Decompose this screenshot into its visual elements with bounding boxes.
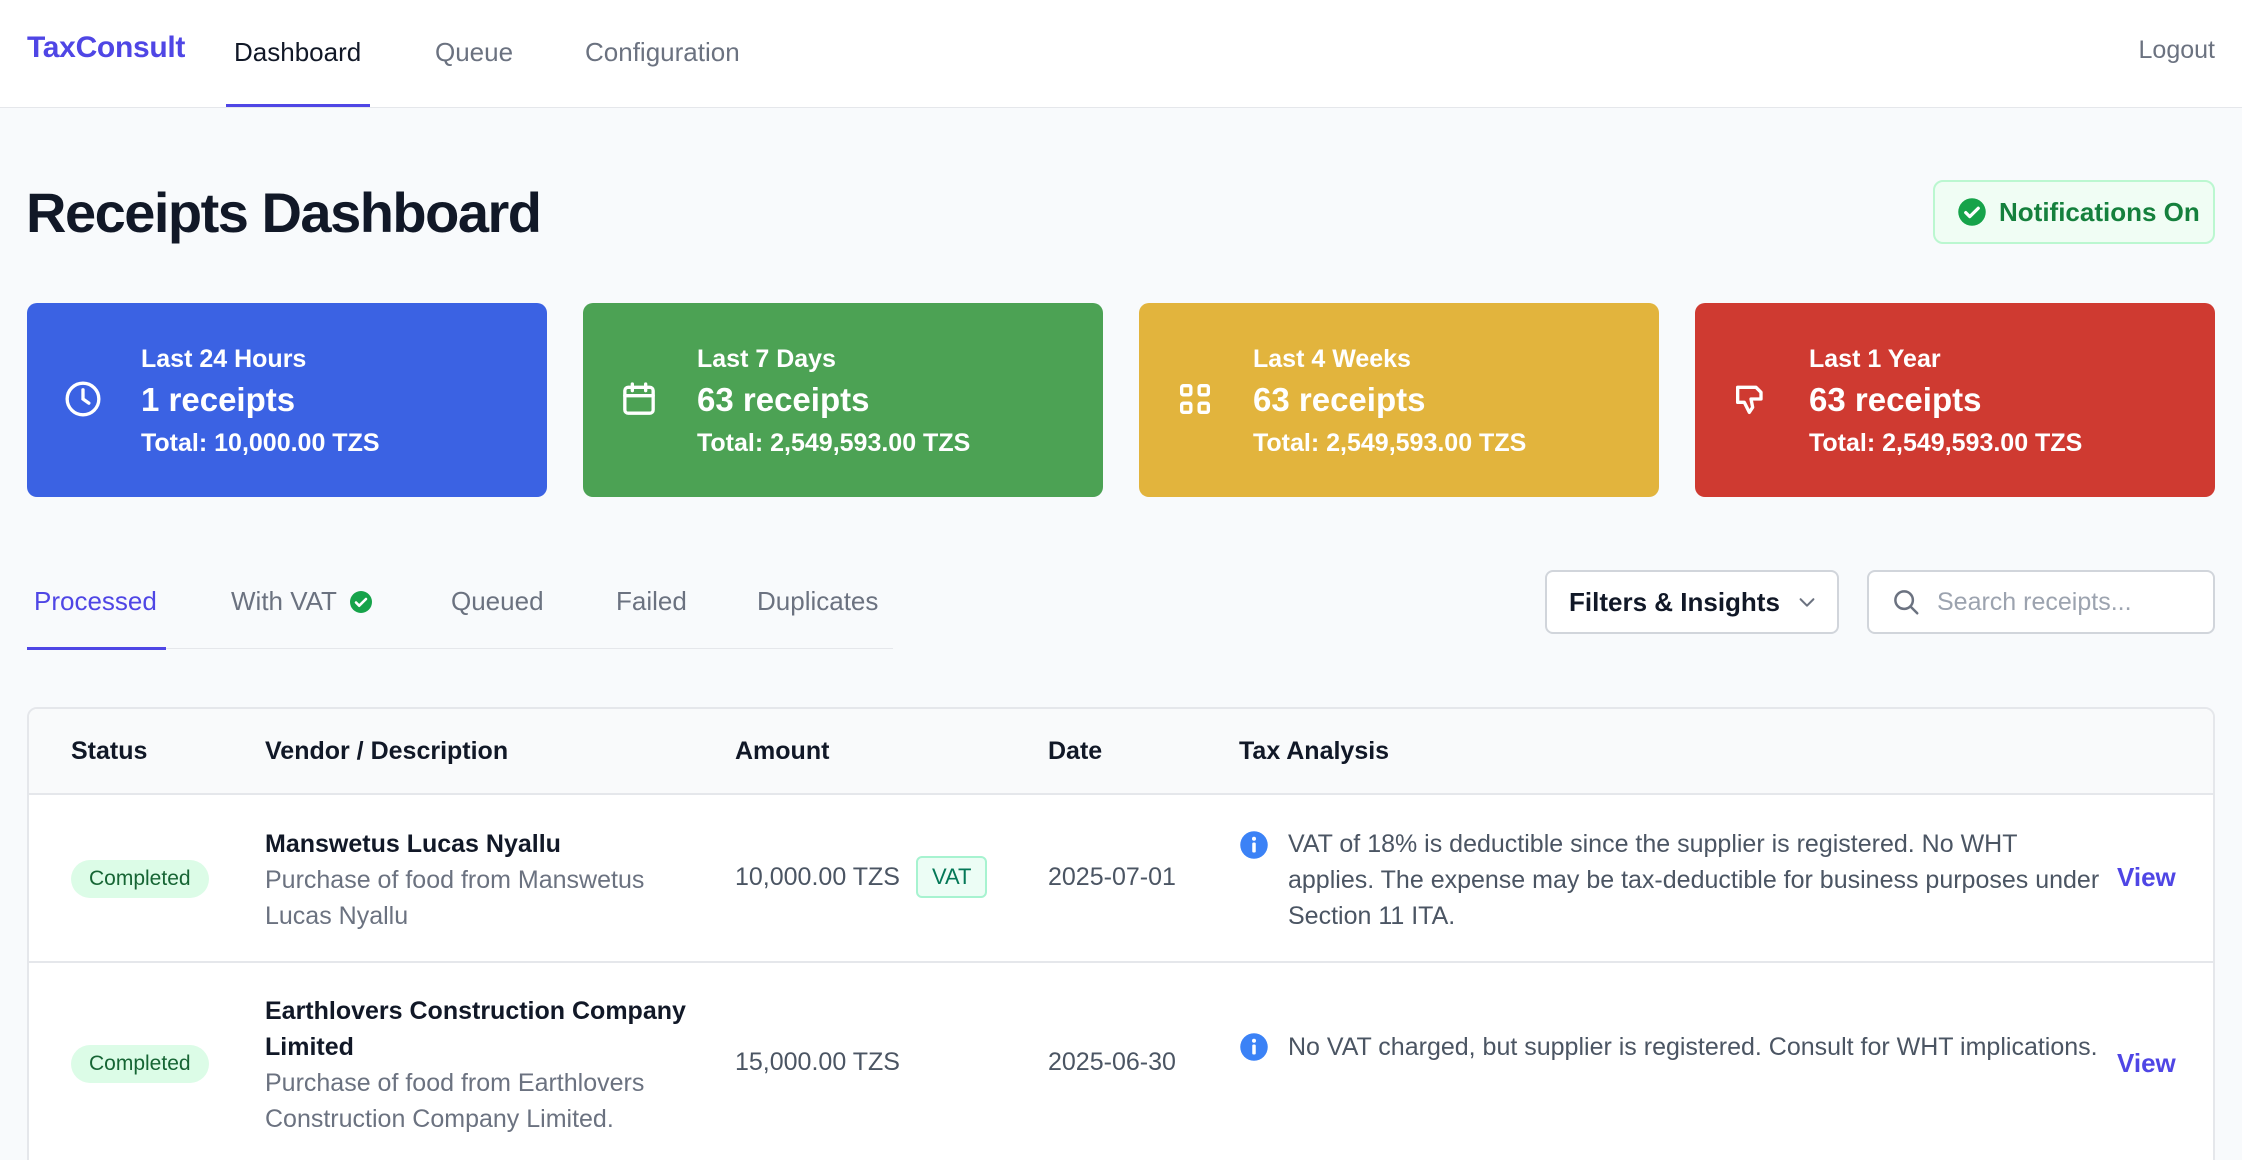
view-button[interactable]: View <box>2117 1048 2176 1079</box>
tax-analysis-text: VAT of 18% is deductible since the suppl… <box>1288 830 2100 930</box>
stat-period: Last 1 Year <box>1809 345 1941 373</box>
stat-total: Total: 2,549,593.00 TZS <box>1809 429 2083 457</box>
stat-period: Last 24 Hours <box>141 345 307 373</box>
stat-total: Total: 10,000.00 TZS <box>141 429 380 457</box>
stat-total: Total: 2,549,593.00 TZS <box>697 429 971 457</box>
top-nav: TaxConsult Dashboard Queue Configuration… <box>0 0 2242 108</box>
check-circle-icon <box>349 590 372 613</box>
tab-active-indicator <box>27 647 166 650</box>
amount-cell: 15,000.00 TZS <box>735 1048 900 1077</box>
status-badge: Completed <box>71 1045 209 1083</box>
amount-value: 10,000.00 TZS <box>735 862 900 891</box>
brand-logo[interactable]: TaxConsult <box>27 31 185 65</box>
vendor-description: Purchase of food from Manswetus Lucas Ny… <box>265 866 645 930</box>
tab-duplicates[interactable]: Duplicates <box>757 586 878 617</box>
nav-link-configuration[interactable]: Configuration <box>585 37 740 68</box>
table-row[interactable]: Completed Earthlovers Construction Compa… <box>29 965 2213 1160</box>
stat-count: 63 receipts <box>1253 381 1426 418</box>
tab-with-vat[interactable]: With VAT <box>231 586 373 617</box>
receipts-table: Status Vendor / Description Amount Date … <box>27 707 2215 1160</box>
tax-analysis-text: No VAT charged, but supplier is register… <box>1288 1033 2098 1061</box>
column-header-tax-analysis[interactable]: Tax Analysis <box>1239 737 1389 766</box>
amount-value: 15,000.00 TZS <box>735 1048 900 1076</box>
filters-label: Filters & Insights <box>1569 586 1780 617</box>
tab-label: Queued <box>451 586 544 616</box>
info-icon <box>1240 1033 1268 1061</box>
chevron-down-icon <box>1799 598 1815 607</box>
nav-active-indicator <box>226 104 370 107</box>
date-value: 2025-07-01 <box>1048 863 1176 891</box>
vendor-name: Earthlovers Construction Company Limited <box>265 997 686 1061</box>
stat-card-4w[interactable]: Last 4 Weeks 63 receipts Total: 2,549,59… <box>1139 303 1659 497</box>
view-button[interactable]: View <box>2117 862 2176 893</box>
vendor-name: Manswetus Lucas Nyallu <box>265 830 561 858</box>
filters-insights-dropdown[interactable]: Filters & Insights <box>1545 570 1839 634</box>
stat-count: 63 receipts <box>1809 381 1982 418</box>
vendor-description: Purchase of food from Earthlovers Constr… <box>265 1069 645 1133</box>
stat-period: Last 7 Days <box>697 345 836 373</box>
tab-label: With VAT <box>231 586 337 616</box>
column-header-vendor[interactable]: Vendor / Description <box>265 737 508 766</box>
check-circle-icon <box>1958 198 1986 226</box>
column-header-status[interactable]: Status <box>71 737 147 766</box>
table-header: Status Vendor / Description Amount Date … <box>29 709 2213 795</box>
notifications-label: Notifications On <box>1999 196 2200 227</box>
notifications-toggle[interactable]: Notifications On <box>1933 180 2215 244</box>
vat-badge: VAT <box>915 856 988 898</box>
stat-count: 1 receipts <box>141 381 296 418</box>
tab-label: Processed <box>34 586 157 616</box>
tab-failed[interactable]: Failed <box>616 586 687 617</box>
tab-label: Duplicates <box>757 586 879 616</box>
tab-queued[interactable]: Queued <box>451 586 544 617</box>
logout-button[interactable]: Logout <box>2139 36 2215 65</box>
stat-card-1y[interactable]: Last 1 Year 63 receipts Total: 2,549,593… <box>1695 303 2215 497</box>
date-value: 2025-06-30 <box>1048 1048 1176 1076</box>
grid-icon <box>1180 384 1210 414</box>
stat-count: 63 receipts <box>697 381 870 418</box>
search-input[interactable] <box>1937 587 2197 617</box>
stat-period: Last 4 Weeks <box>1253 345 1411 373</box>
tab-processed[interactable]: Processed <box>34 586 157 617</box>
stat-total: Total: 2,549,593.00 TZS <box>1253 429 1527 457</box>
page-title: Receipts Dashboard <box>26 181 542 244</box>
info-icon <box>1240 831 1268 859</box>
amount-cell: 10,000.00 TZS VAT <box>735 856 988 898</box>
search-icon <box>1894 590 1919 615</box>
tab-label: Failed <box>616 586 687 616</box>
thumbs-down-icon <box>1736 385 1763 414</box>
search-box[interactable] <box>1867 570 2215 634</box>
stat-card-24h[interactable]: Last 24 Hours 1 receipts Total: 10,000.0… <box>27 303 547 497</box>
clock-icon <box>65 381 101 417</box>
column-header-amount[interactable]: Amount <box>735 737 829 766</box>
nav-link-queue[interactable]: Queue <box>435 37 513 68</box>
calendar-icon <box>623 382 655 415</box>
table-row[interactable]: Completed Manswetus Lucas Nyallu Purchas… <box>29 797 2213 963</box>
nav-link-dashboard[interactable]: Dashboard <box>234 37 361 68</box>
status-badge: Completed <box>71 860 209 898</box>
stat-card-7d[interactable]: Last 7 Days 63 receipts Total: 2,549,593… <box>583 303 1103 497</box>
column-header-date[interactable]: Date <box>1048 737 1102 766</box>
